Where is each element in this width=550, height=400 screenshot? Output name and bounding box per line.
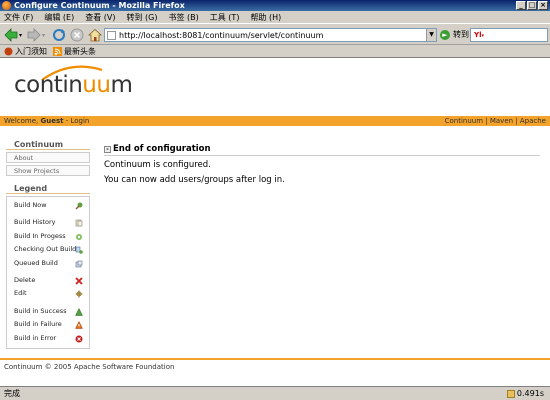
footer-copyright: Continuum © 2005 Apache Software Foundat… (4, 363, 175, 371)
edit-icon (75, 290, 83, 298)
sidebar-item-about[interactable]: About (6, 152, 90, 163)
reload-icon[interactable] (52, 28, 66, 42)
address-dropdown-icon[interactable]: ▼ (426, 29, 436, 41)
legend-item-edit: Edit (7, 287, 89, 300)
footer-divider (0, 358, 550, 360)
bookmark-item[interactable]: 最新头条 (53, 46, 96, 57)
build-in-progress-icon (76, 233, 82, 240)
web-page: continuum Welcome, Guest - Login Continu… (0, 58, 550, 386)
go-button[interactable]: ► 转到 (440, 29, 469, 40)
build-failure-icon (75, 321, 83, 329)
menu-file[interactable]: 文件 (F) (4, 12, 33, 23)
stop-icon[interactable] (70, 28, 84, 42)
legend-item-build-history: Build History (7, 216, 89, 229)
configured-message: Continuum is configured. (104, 160, 211, 170)
build-success-icon (75, 307, 83, 316)
section-collapse-icon[interactable]: - (104, 145, 111, 153)
checking-out-build-icon (75, 246, 83, 254)
heading-text: End of configuration (113, 144, 211, 154)
maven-link[interactable]: Maven (490, 117, 513, 125)
close-button[interactable]: × (538, 1, 548, 10)
queued-build-icon (75, 260, 83, 267)
menu-bookmarks[interactable]: 书签 (B) (168, 12, 198, 23)
bookmarks-toolbar: 入门须知 最新头条 (0, 45, 550, 58)
menu-bar: 文件 (F) 编辑 (E) 查看 (V) 转到 (G) 书签 (B) 工具 (T… (0, 11, 550, 23)
legend-title: Legend (6, 184, 90, 194)
continuum-logo[interactable]: continuum (14, 72, 133, 98)
home-icon[interactable] (88, 28, 102, 42)
navigation-toolbar: ▾ ▾ http://localhost:8081/continuum/serv… (0, 23, 550, 45)
status-text: 完成 (4, 389, 20, 398)
login-link[interactable]: Login (70, 117, 89, 125)
status-bar: 完成 0.491s (0, 386, 550, 400)
load-timer: 0.491s (506, 389, 544, 398)
legend-item-build-in-error: Build in Error (7, 332, 89, 345)
legend-item-checking-out-build: Checking Out Build (7, 243, 89, 256)
go-icon: ► (440, 29, 450, 40)
legend-item-build-in-progess: Build In Progess (7, 230, 89, 243)
user-bar: Welcome, Guest - Login Continuum | Maven… (0, 116, 550, 126)
address-text[interactable]: http://localhost:8081/continuum/servlet/… (119, 31, 323, 40)
continuum-link[interactable]: Continuum (445, 117, 483, 125)
header-links: Continuum | Maven | Apache (444, 117, 546, 125)
legend-item-queued-build: Queued Build (7, 257, 89, 270)
search-box[interactable]: Yl▾ (470, 28, 548, 42)
section-heading: - End of configuration (104, 144, 540, 156)
rss-feed-icon (53, 46, 62, 56)
back-icon[interactable] (4, 28, 18, 42)
menu-help[interactable]: 帮助 (H) (250, 12, 281, 23)
legend-item-build-in-failure: Build in Failure (7, 318, 89, 331)
forward-dropdown-icon[interactable]: ▾ (42, 32, 45, 39)
build-error-icon (75, 335, 83, 343)
firefox-bookmark-icon (4, 47, 13, 55)
sidebar: Continuum About Show Projects Legend Bui… (6, 140, 90, 349)
legend-item-build-now: Build Now (7, 199, 89, 212)
main-content: - End of configuration Continuum is conf… (104, 144, 540, 185)
timer-icon (506, 389, 515, 398)
window-title-bar: Configure Continuum - Mozilla Firefox _ … (0, 0, 550, 11)
sidebar-item-show-projects[interactable]: Show Projects (6, 165, 90, 176)
address-bar[interactable]: http://localhost:8081/continuum/servlet/… (104, 28, 437, 42)
user-name: Guest (40, 117, 64, 125)
delete-icon (75, 277, 83, 285)
forward-icon[interactable] (27, 28, 41, 42)
back-dropdown-icon[interactable]: ▾ (19, 32, 22, 39)
legend-item-delete: Delete (7, 274, 89, 287)
window-title: Configure Continuum - Mozilla Firefox (14, 1, 185, 10)
legend-box: Build Now Build History Build In Progess… (6, 196, 90, 349)
menu-edit[interactable]: 编辑 (E) (44, 12, 74, 23)
menu-go[interactable]: 转到 (G) (127, 12, 158, 23)
legend-item-build-in-success: Build in Success (7, 305, 89, 318)
welcome-text: Welcome, (4, 117, 39, 125)
go-label: 转到 (453, 30, 469, 39)
firefox-icon (2, 1, 11, 10)
minimize-button[interactable]: _ (516, 1, 526, 10)
bookmark-item[interactable]: 入门须知 (4, 46, 47, 57)
sidebar-title: Continuum (6, 140, 90, 150)
maximize-button[interactable]: □ (527, 1, 537, 10)
apache-link[interactable]: Apache (520, 117, 546, 125)
build-now-icon (75, 202, 83, 210)
add-users-message: You can now add users/groups after log i… (104, 175, 285, 185)
menu-tools[interactable]: 工具 (T) (210, 12, 240, 23)
build-history-icon (75, 220, 83, 227)
page-icon (107, 30, 116, 40)
menu-view[interactable]: 查看 (V) (85, 12, 115, 23)
